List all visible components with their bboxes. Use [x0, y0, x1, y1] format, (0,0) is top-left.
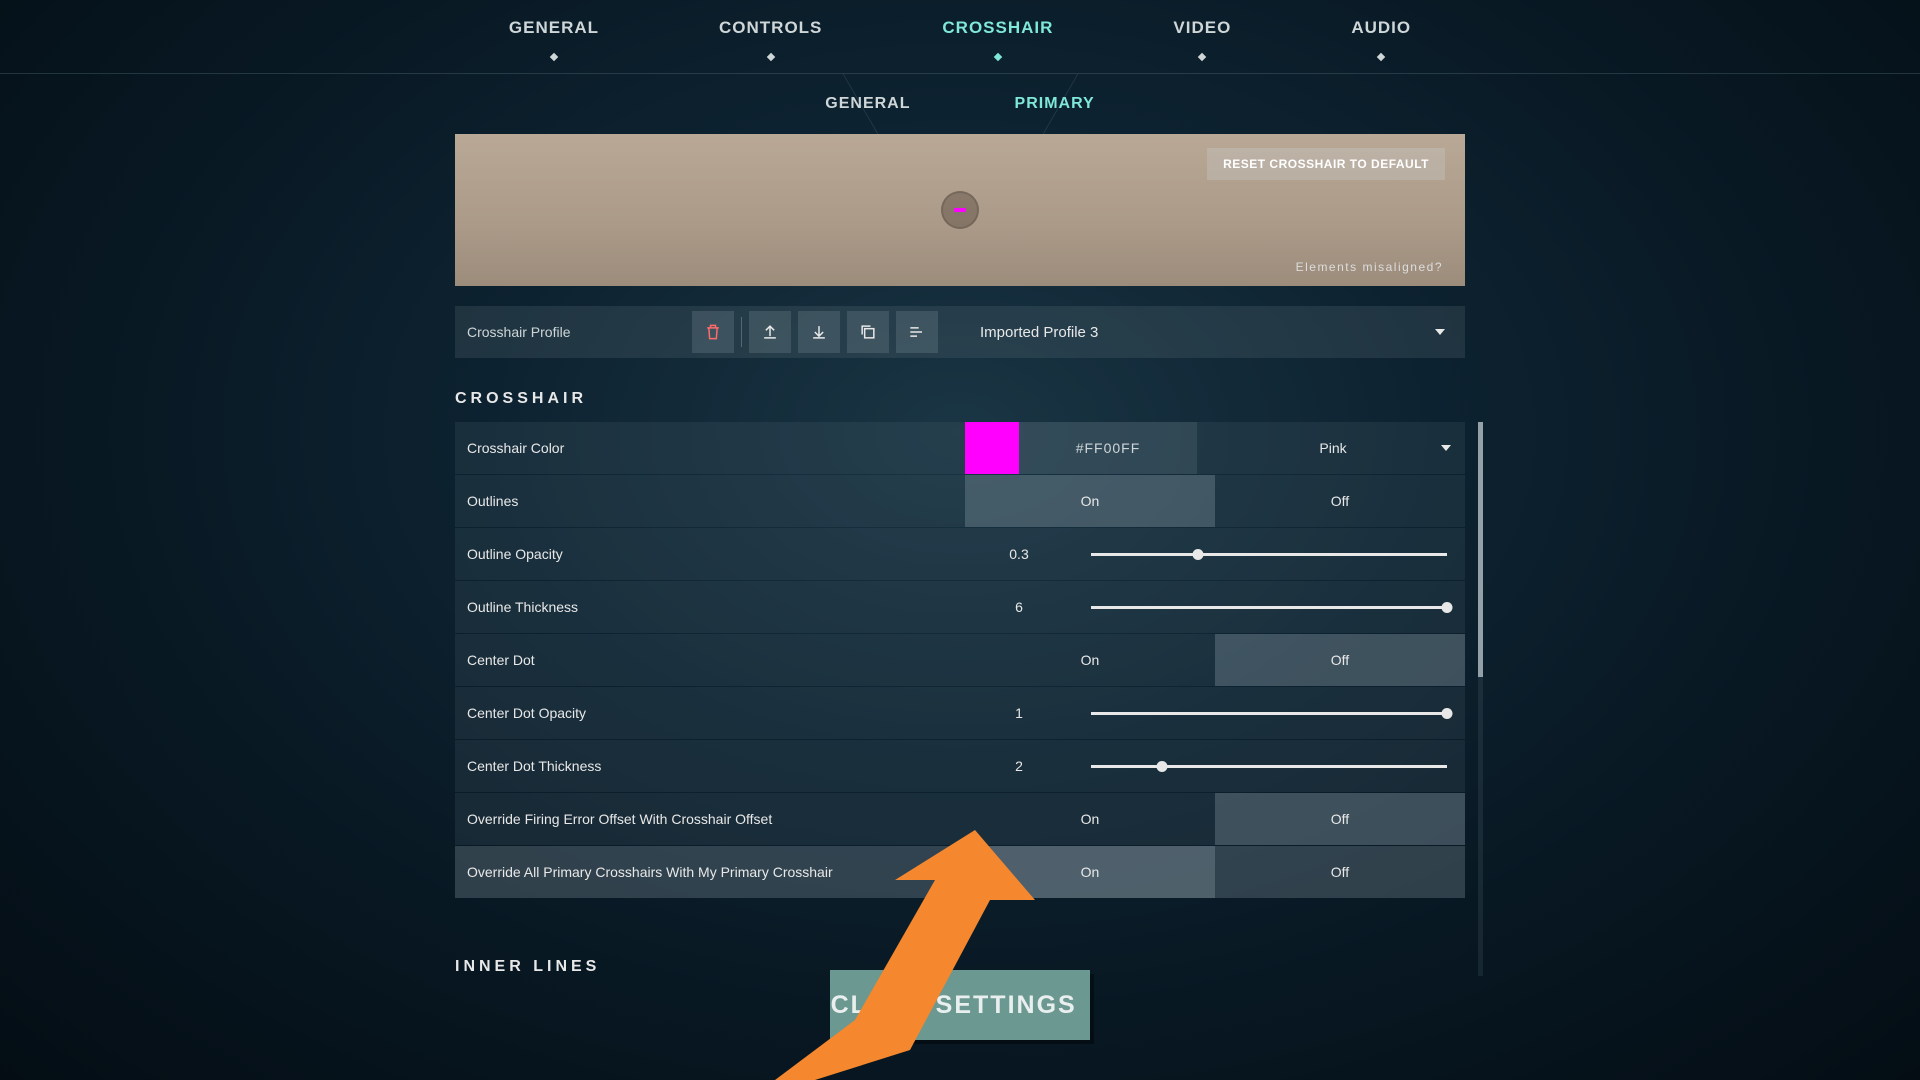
profile-row: Crosshair Profile Imported Profile 3: [455, 306, 1465, 358]
color-hex-input[interactable]: #FF00FF: [1019, 422, 1197, 474]
scrollbar-thumb[interactable]: [1478, 422, 1483, 677]
outline-opacity-value: 0.3: [965, 546, 1073, 562]
list-icon: [907, 322, 927, 342]
center-dot-opacity-value: 1: [965, 705, 1073, 721]
row-crosshair-color: Crosshair Color #FF00FF Pink: [455, 422, 1465, 474]
override-primary-off[interactable]: Off: [1215, 846, 1465, 898]
outlines-off[interactable]: Off: [1215, 475, 1465, 527]
import-profile-button[interactable]: [798, 311, 840, 353]
top-nav: GENERAL CONTROLS CROSSHAIR VIDEO AUDIO: [0, 0, 1920, 74]
override-primary-on[interactable]: On: [965, 846, 1215, 898]
label-outline-opacity: Outline Opacity: [455, 546, 965, 562]
center-dot-thickness-value: 2: [965, 758, 1073, 774]
outline-thickness-slider[interactable]: [1091, 606, 1447, 609]
label-center-dot-thickness: Center Dot Thickness: [455, 758, 965, 774]
settings-list: Crosshair Color #FF00FF Pink Outlines On…: [455, 422, 1465, 976]
crosshair-preview: RESET CROSSHAIR TO DEFAULT Elements misa…: [455, 134, 1465, 286]
chevron-down-icon: [1435, 329, 1445, 335]
copy-profile-button[interactable]: [847, 311, 889, 353]
override-firing-off[interactable]: Off: [1215, 793, 1465, 845]
tab-audio[interactable]: AUDIO: [1351, 18, 1411, 38]
upload-icon: [760, 322, 780, 342]
label-center-dot: Center Dot: [455, 652, 965, 668]
export-profile-button[interactable]: [749, 311, 791, 353]
duplicate-profile-button[interactable]: [896, 311, 938, 353]
row-center-dot-opacity: Center Dot Opacity 1: [455, 687, 1465, 739]
copy-icon: [858, 322, 878, 342]
row-override-primary: Override All Primary Crosshairs With My …: [455, 846, 1465, 898]
crosshair-preview-circle: [941, 191, 979, 229]
tab-controls[interactable]: CONTROLS: [719, 18, 822, 38]
label-outlines: Outlines: [455, 493, 965, 509]
row-outline-opacity: Outline Opacity 0.3: [455, 528, 1465, 580]
row-outline-thickness: Outline Thickness 6: [455, 581, 1465, 633]
reset-crosshair-button[interactable]: RESET CROSSHAIR TO DEFAULT: [1207, 148, 1445, 180]
row-outlines: Outlines On Off: [455, 475, 1465, 527]
color-swatch[interactable]: [965, 422, 1019, 474]
download-icon: [809, 322, 829, 342]
tab-video[interactable]: VIDEO: [1173, 18, 1231, 38]
label-center-dot-opacity: Center Dot Opacity: [455, 705, 965, 721]
trash-icon: [703, 322, 723, 342]
profile-select[interactable]: Imported Profile 3: [975, 306, 1455, 358]
close-settings-button[interactable]: CLCLOSE SETTINGS: [830, 970, 1090, 1040]
outline-thickness-value: 6: [965, 599, 1073, 615]
row-center-dot-thickness: Center Dot Thickness 2: [455, 740, 1465, 792]
color-name-select[interactable]: Pink: [1201, 422, 1465, 474]
center-dot-thickness-slider[interactable]: [1091, 765, 1447, 768]
profile-label: Crosshair Profile: [465, 324, 692, 340]
center-dot-off[interactable]: Off: [1215, 634, 1465, 686]
label-outline-thickness: Outline Thickness: [455, 599, 965, 615]
override-firing-on[interactable]: On: [965, 793, 1215, 845]
section-crosshair-header: CROSSHAIR: [455, 390, 1465, 408]
tab-general[interactable]: GENERAL: [509, 18, 599, 38]
delete-profile-button[interactable]: [692, 311, 734, 353]
row-override-firing: Override Firing Error Offset With Crossh…: [455, 793, 1465, 845]
outline-opacity-slider[interactable]: [1091, 553, 1447, 556]
misaligned-link[interactable]: Elements misaligned?: [1296, 260, 1443, 274]
label-override-firing: Override Firing Error Offset With Crossh…: [455, 811, 965, 827]
center-dot-on[interactable]: On: [965, 634, 1215, 686]
label-crosshair-color: Crosshair Color: [455, 440, 965, 456]
chevron-down-icon: [1441, 445, 1451, 451]
sub-nav: GENERAL PRIMARY: [0, 74, 1920, 134]
tab-crosshair[interactable]: CROSSHAIR: [942, 18, 1053, 38]
outlines-on[interactable]: On: [965, 475, 1215, 527]
label-override-primary: Override All Primary Crosshairs With My …: [455, 864, 965, 880]
crosshair-preview-dot: [954, 208, 966, 212]
row-center-dot: Center Dot On Off: [455, 634, 1465, 686]
center-dot-opacity-slider[interactable]: [1091, 712, 1447, 715]
